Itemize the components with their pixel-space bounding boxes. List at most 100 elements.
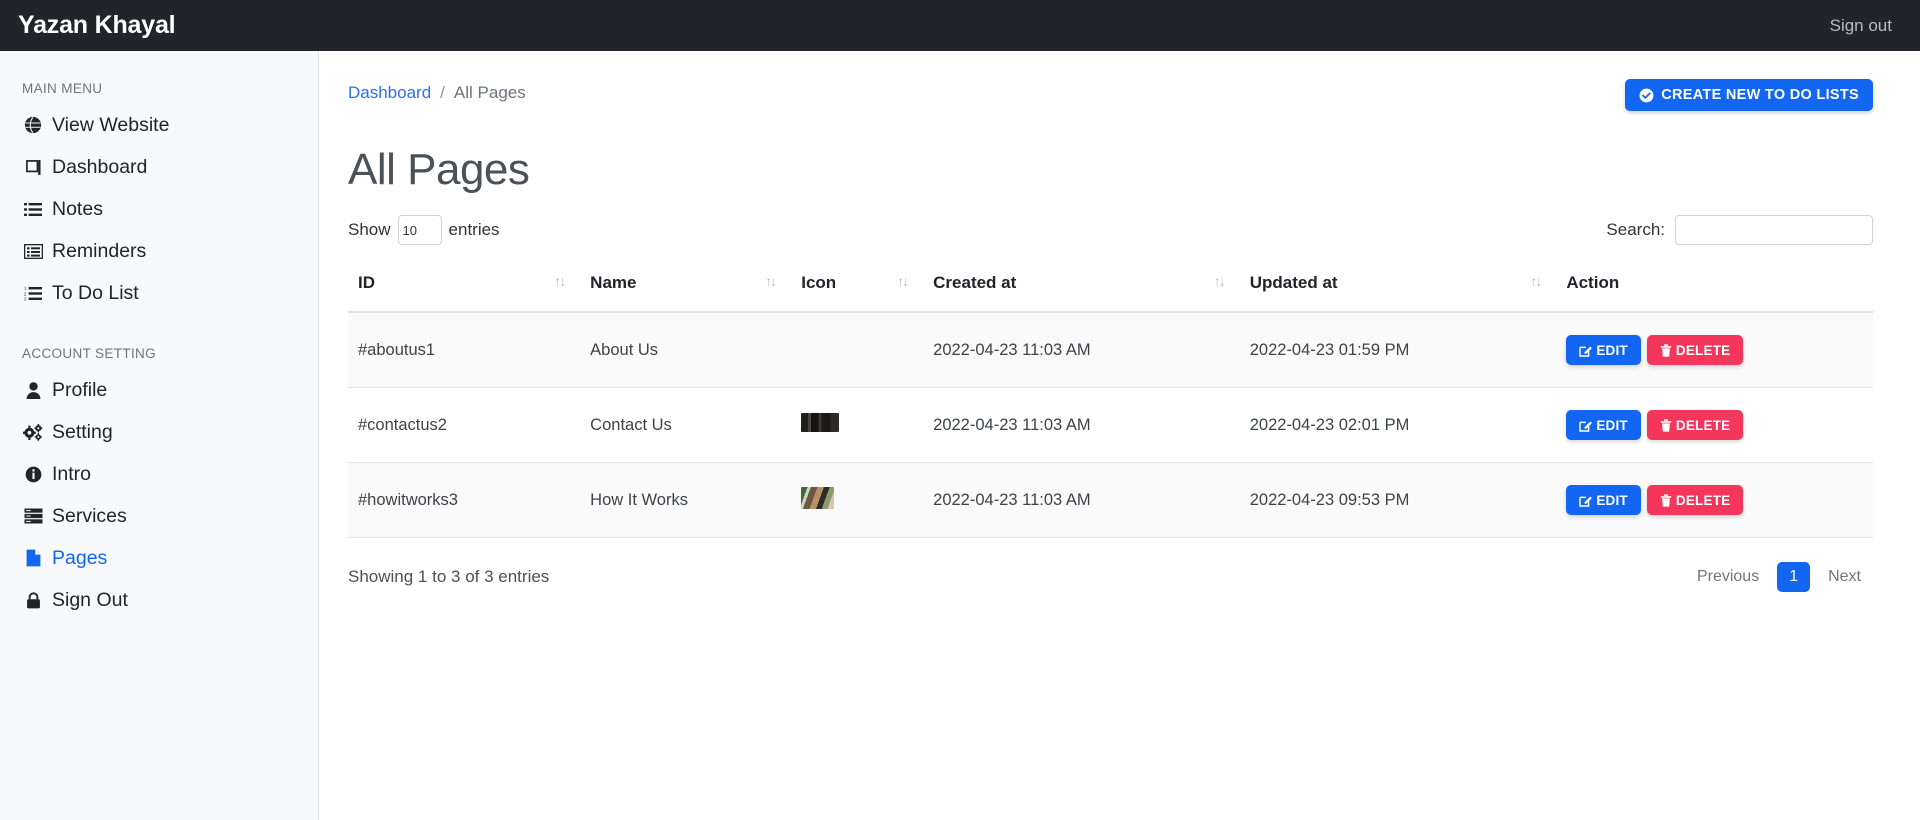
breadcrumb-dashboard-link[interactable]: Dashboard — [348, 83, 431, 103]
sidebar-item-to-do-list[interactable]: 123 To Do List — [0, 272, 318, 314]
cell-id: #howitworks3 — [348, 462, 581, 538]
cell-updated-at: 2022-04-23 09:53 PM — [1239, 462, 1557, 538]
sidebar-item-dashboard[interactable]: Dashboard — [0, 146, 318, 188]
show-label: Show — [348, 220, 391, 239]
pages-table: ID ↑↓ Name ↑↓ Icon ↑↓ Created at ↑↓ Upda… — [348, 261, 1873, 538]
sidebar-item-label: Setting — [52, 420, 113, 443]
column-header-created-at[interactable]: Created at ↑↓ — [923, 261, 1240, 313]
page-title: All Pages — [348, 145, 530, 194]
sidebar-item-reminders[interactable]: Reminders — [0, 230, 318, 272]
pagination-previous[interactable]: Previous — [1685, 562, 1771, 592]
breadcrumb-separator: / — [440, 83, 445, 102]
sidebar-item-pages[interactable]: Pages — [0, 537, 318, 579]
table-header-row: ID ↑↓ Name ↑↓ Icon ↑↓ Created at ↑↓ Upda… — [348, 261, 1873, 313]
delete-button-label: DELETE — [1675, 342, 1731, 358]
cell-name: About Us — [580, 312, 792, 388]
sidebar-item-label: Dashboard — [52, 155, 148, 178]
sort-indicator-icon: ↑↓ — [765, 273, 777, 289]
brand-title: Yazan Khayal — [0, 0, 319, 51]
top-navbar: Yazan Khayal Sign out — [0, 0, 1920, 51]
column-header-name[interactable]: Name ↑↓ — [580, 261, 792, 313]
column-header-updated-at[interactable]: Updated at ↑↓ — [1239, 261, 1557, 313]
search-label: Search: — [1606, 220, 1665, 239]
cell-icon — [791, 387, 924, 463]
sidebar-item-sign-out[interactable]: Sign Out — [0, 579, 318, 621]
delete-button-label: DELETE — [1675, 417, 1731, 433]
delete-button-label: DELETE — [1675, 492, 1731, 508]
sort-indicator-icon: ↑↓ — [554, 273, 566, 289]
breadcrumb: Dashboard / All Pages — [348, 79, 526, 103]
list-ol-icon: 123 — [22, 283, 44, 303]
entries-label: entries — [448, 220, 500, 239]
entries-length-control: Show 10 25 50 100 entries — [348, 215, 500, 245]
trash-icon — [1660, 493, 1672, 507]
table-row: #aboutus1 About Us 2022-04-23 11:03 AM 2… — [348, 312, 1873, 388]
table-head: ID ↑↓ Name ↑↓ Icon ↑↓ Created at ↑↓ Upda… — [348, 261, 1873, 313]
cell-icon — [791, 312, 924, 388]
pencil-square-icon — [1579, 494, 1593, 507]
delete-button[interactable]: DELETE — [1646, 410, 1744, 440]
info-circle-icon — [22, 464, 44, 484]
pagination-next[interactable]: Next — [1816, 562, 1873, 592]
column-label: Icon — [801, 273, 837, 292]
cell-updated-at: 2022-04-23 02:01 PM — [1239, 387, 1557, 463]
user-icon — [22, 380, 44, 400]
check-circle-icon — [1639, 88, 1654, 103]
server-icon — [22, 506, 44, 526]
table-controls: Show 10 25 50 100 entries Search: — [348, 213, 1873, 247]
cell-id: #aboutus1 — [348, 312, 581, 388]
app-root: Yazan Khayal Sign out MAIN MENU View Web… — [0, 0, 1920, 820]
file-icon — [22, 548, 44, 568]
sort-indicator-icon: ↑↓ — [897, 273, 909, 289]
delete-button[interactable]: DELETE — [1646, 485, 1744, 515]
search-input[interactable] — [1675, 215, 1873, 245]
cogs-icon — [22, 422, 44, 442]
column-label: Name — [590, 273, 637, 292]
cell-created-at: 2022-04-23 11:03 AM — [923, 312, 1240, 388]
row-action-buttons: EDIT DELETE — [1566, 335, 1863, 365]
pagination-page-1[interactable]: 1 — [1777, 562, 1811, 592]
sidebar-item-intro[interactable]: Intro — [0, 453, 318, 495]
sidebar-heading-main: MAIN MENU — [22, 81, 103, 96]
main-content: Dashboard / All Pages CREATE NEW TO DO L… — [320, 51, 1920, 820]
cell-id: #contactus2 — [348, 387, 581, 463]
sidebar-item-label: Sign Out — [52, 588, 128, 611]
column-label: Created at — [933, 273, 1017, 292]
table-info: Showing 1 to 3 of 3 entries — [348, 567, 550, 586]
cell-action: EDIT DELETE — [1556, 462, 1873, 538]
column-header-icon[interactable]: Icon ↑↓ — [791, 261, 924, 313]
pagination: Previous 1 Next — [1685, 562, 1873, 592]
pencil-square-icon — [1579, 419, 1593, 432]
icon-thumbnail-image — [801, 413, 840, 432]
sidebar-item-services[interactable]: Services — [0, 495, 318, 537]
sort-indicator-icon: ↑↓ — [1213, 273, 1226, 289]
edit-button-label: EDIT — [1596, 492, 1628, 508]
edit-button[interactable]: EDIT — [1566, 335, 1641, 365]
sidebar-item-label: Services — [52, 504, 127, 527]
sidebar-item-setting[interactable]: Setting — [0, 411, 318, 453]
icon-thumbnail-image — [801, 486, 835, 509]
create-new-to-do-lists-button[interactable]: CREATE NEW TO DO LISTS — [1625, 79, 1873, 111]
sidebar-heading-account: ACCOUNT SETTING — [22, 346, 157, 361]
entries-per-page-select[interactable]: 10 25 50 100 — [397, 215, 442, 245]
sidebar-item-label: Reminders — [52, 239, 147, 262]
table-row: #contactus2 Contact Us 2022-04-23 11:03 … — [348, 387, 1873, 463]
delete-button[interactable]: DELETE — [1646, 335, 1744, 365]
signout-link[interactable]: Sign out — [1830, 16, 1920, 36]
column-label: ID — [358, 273, 375, 292]
sidebar-item-notes[interactable]: Notes — [0, 188, 318, 230]
row-action-buttons: EDIT DELETE — [1566, 410, 1863, 440]
column-label: Updated at — [1249, 273, 1338, 292]
sidebar-item-profile[interactable]: Profile — [0, 369, 318, 411]
trash-icon — [1660, 343, 1672, 357]
table-footer: Showing 1 to 3 of 3 entries Previous 1 N… — [348, 562, 1873, 592]
sort-indicator-icon: ↑↓ — [1530, 273, 1542, 289]
edit-button[interactable]: EDIT — [1566, 410, 1641, 440]
content-topbar: Dashboard / All Pages CREATE NEW TO DO L… — [348, 79, 1873, 119]
edit-button[interactable]: EDIT — [1566, 485, 1641, 515]
pencil-square-icon — [1579, 344, 1593, 357]
table-row: #howitworks3 How It Works 2022-04-23 11:… — [348, 462, 1873, 538]
column-header-id[interactable]: ID ↑↓ — [348, 261, 581, 313]
sidebar: MAIN MENU View Website Dashboard Notes R… — [0, 51, 319, 820]
sidebar-item-view-website[interactable]: View Website — [0, 104, 318, 146]
